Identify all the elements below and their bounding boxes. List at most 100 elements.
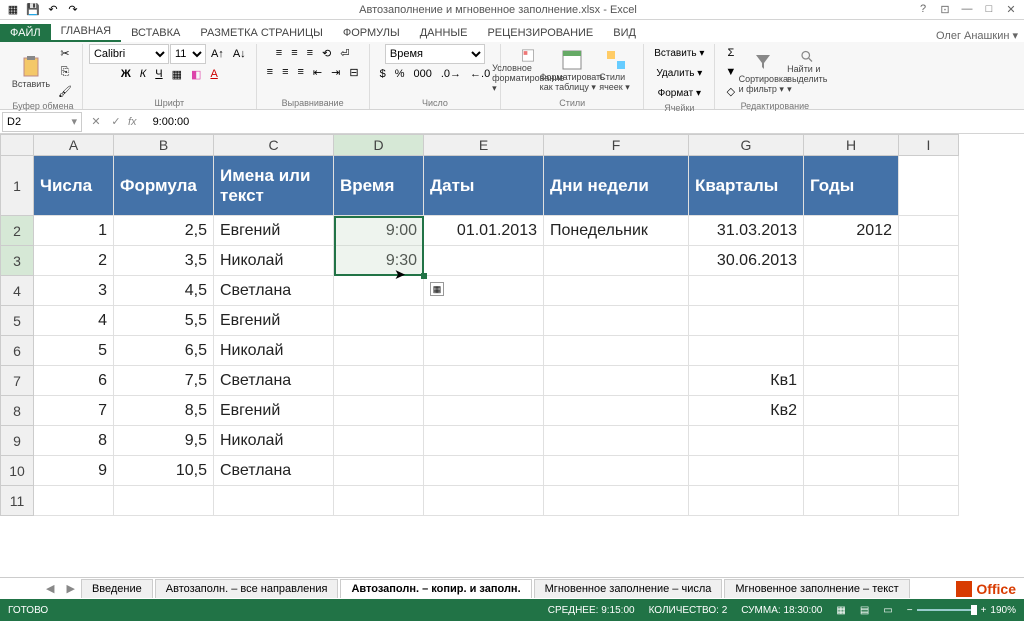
- cell[interactable]: [544, 396, 689, 426]
- align-top-icon[interactable]: ≡: [272, 44, 286, 62]
- cell[interactable]: [899, 366, 959, 396]
- cell[interactable]: [544, 246, 689, 276]
- row-header[interactable]: 7: [0, 366, 34, 396]
- cell[interactable]: 2,5: [114, 216, 214, 246]
- bold-button[interactable]: Ж: [117, 65, 135, 83]
- cell[interactable]: 9:30: [334, 246, 424, 276]
- align-left-icon[interactable]: ≡: [263, 63, 277, 81]
- percent-icon[interactable]: %: [391, 65, 409, 83]
- cell[interactable]: [899, 486, 959, 516]
- merge-icon[interactable]: ⊟: [345, 63, 362, 81]
- table-header[interactable]: Время: [334, 156, 424, 216]
- cell[interactable]: [899, 426, 959, 456]
- cell[interactable]: [899, 456, 959, 486]
- select-all-corner[interactable]: [0, 134, 34, 156]
- table-header[interactable]: Кварталы: [689, 156, 804, 216]
- sheet-prev-icon[interactable]: ◀: [40, 582, 60, 595]
- cell[interactable]: [544, 366, 689, 396]
- cell[interactable]: Николай: [214, 426, 334, 456]
- align-center-icon[interactable]: ≡: [278, 63, 292, 81]
- cell[interactable]: 4: [34, 306, 114, 336]
- cancel-formula-icon[interactable]: ✕: [88, 114, 104, 130]
- cell[interactable]: [334, 396, 424, 426]
- table-header[interactable]: Формула: [114, 156, 214, 216]
- table-header[interactable]: Дни недели: [544, 156, 689, 216]
- cell[interactable]: Кв2: [689, 396, 804, 426]
- close-icon[interactable]: ✕: [1004, 3, 1018, 16]
- insert-cells-button[interactable]: Вставить ▾: [650, 44, 708, 62]
- row-header[interactable]: 8: [0, 396, 34, 426]
- undo-icon[interactable]: ↶: [44, 1, 62, 19]
- cell[interactable]: [689, 486, 804, 516]
- number-format-select[interactable]: Время: [385, 44, 485, 64]
- find-select-button[interactable]: Найти и выделить ▾: [786, 47, 828, 97]
- cell[interactable]: [34, 486, 114, 516]
- align-bottom-icon[interactable]: ≡: [303, 44, 317, 62]
- cell[interactable]: [689, 426, 804, 456]
- shrink-font-icon[interactable]: A↓: [229, 44, 250, 64]
- cell[interactable]: [424, 336, 544, 366]
- align-middle-icon[interactable]: ≡: [287, 44, 301, 62]
- clear-icon[interactable]: ◇: [721, 82, 740, 100]
- cell[interactable]: 31.03.2013: [689, 216, 804, 246]
- cell[interactable]: Понедельник: [544, 216, 689, 246]
- cell[interactable]: 9: [34, 456, 114, 486]
- format-cells-button[interactable]: Формат ▾: [654, 84, 705, 102]
- sheet-tab[interactable]: Мгновенное заполнение – текст: [724, 579, 909, 598]
- cell[interactable]: [804, 366, 899, 396]
- col-header-E[interactable]: E: [424, 134, 544, 156]
- cell[interactable]: 5: [34, 336, 114, 366]
- tab-вставка[interactable]: ВСТАВКА: [121, 24, 190, 42]
- fx-icon[interactable]: fx: [128, 116, 143, 128]
- row-header[interactable]: 10: [0, 456, 34, 486]
- format-table-button[interactable]: Форматировать как таблицу ▾: [551, 46, 593, 96]
- delete-cells-button[interactable]: Удалить ▾: [652, 64, 706, 82]
- sheet-tab[interactable]: Мгновенное заполнение – числа: [534, 579, 723, 598]
- cell[interactable]: Светлана: [214, 366, 334, 396]
- cell[interactable]: 9,5: [114, 426, 214, 456]
- currency-icon[interactable]: $: [376, 65, 390, 83]
- fill-icon[interactable]: ▼: [721, 63, 740, 81]
- row-header[interactable]: 5: [0, 306, 34, 336]
- cell[interactable]: [334, 276, 424, 306]
- cell[interactable]: 6: [34, 366, 114, 396]
- col-header-I[interactable]: I: [899, 134, 959, 156]
- cell[interactable]: [424, 456, 544, 486]
- cell[interactable]: [214, 486, 334, 516]
- inc-decimal-icon[interactable]: .0→: [437, 65, 465, 83]
- cell[interactable]: 8: [34, 426, 114, 456]
- tab-разметка страницы[interactable]: РАЗМЕТКА СТРАНИЦЫ: [190, 24, 332, 42]
- cell[interactable]: [334, 306, 424, 336]
- row-header[interactable]: 3: [0, 246, 34, 276]
- table-header[interactable]: Годы: [804, 156, 899, 216]
- formula-bar[interactable]: [149, 116, 1024, 128]
- fill-color-icon[interactable]: ◧: [187, 65, 205, 83]
- cell[interactable]: Светлана: [214, 276, 334, 306]
- tab-file[interactable]: ФАЙЛ: [0, 24, 51, 42]
- cell[interactable]: Николай: [214, 246, 334, 276]
- cell[interactable]: 8,5: [114, 396, 214, 426]
- redo-icon[interactable]: ↷: [64, 1, 82, 19]
- cell[interactable]: [899, 156, 959, 216]
- cell[interactable]: 4,5: [114, 276, 214, 306]
- sort-filter-button[interactable]: Сортировка и фильтр ▾: [742, 47, 784, 97]
- cut-icon[interactable]: ✂: [54, 44, 76, 62]
- view-normal-icon[interactable]: ▦: [836, 605, 845, 616]
- cell[interactable]: [544, 426, 689, 456]
- col-header-H[interactable]: H: [804, 134, 899, 156]
- copy-icon[interactable]: ⎘: [54, 63, 76, 81]
- table-header[interactable]: Числа: [34, 156, 114, 216]
- help-icon[interactable]: ?: [916, 3, 930, 16]
- cell[interactable]: Евгений: [214, 396, 334, 426]
- name-box[interactable]: D2▾: [2, 112, 82, 132]
- sheet-next-icon[interactable]: ▶: [60, 582, 80, 595]
- row-header[interactable]: 4: [0, 276, 34, 306]
- cell-styles-button[interactable]: Стили ячеек ▾: [595, 46, 637, 96]
- cell[interactable]: Светлана: [214, 456, 334, 486]
- dec-decimal-icon[interactable]: ←.0: [466, 65, 494, 83]
- cell[interactable]: [114, 486, 214, 516]
- cell[interactable]: [804, 486, 899, 516]
- cell[interactable]: [424, 396, 544, 426]
- col-header-D[interactable]: D: [334, 134, 424, 156]
- font-name-select[interactable]: Calibri: [89, 44, 169, 64]
